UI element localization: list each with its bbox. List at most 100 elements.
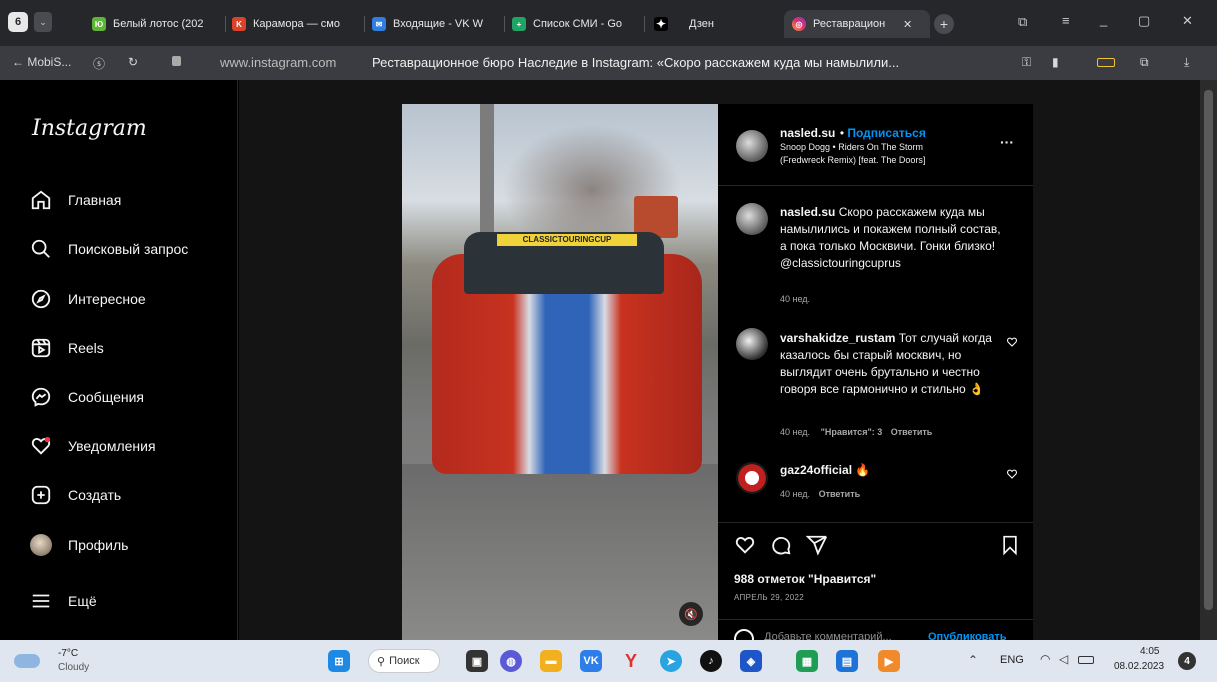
tab-count-button[interactable]: 6 xyxy=(8,12,28,32)
docs-icon[interactable]: ▤ xyxy=(836,650,858,672)
comment-likes[interactable]: "Нравится": 3 xyxy=(821,427,883,437)
url-field[interactable]: www.instagram.com xyxy=(220,55,336,70)
share-icon[interactable] xyxy=(806,534,828,556)
chat-icon[interactable]: ◍ xyxy=(500,650,522,672)
music-line-1[interactable]: Snoop Dogg • Riders On The Storm xyxy=(780,142,923,152)
tab-close-icon[interactable]: ✕ xyxy=(903,18,912,31)
taskbar: -7°C Cloudy ⊞ ⚲ Поиск ▣ ◍ ▬ VK Y ➤ ♪ ◈ ▦… xyxy=(0,640,1217,682)
comment-username[interactable]: gaz24official xyxy=(780,463,852,477)
page-title: Реставрационное бюро Наследие в Instagra… xyxy=(372,55,900,70)
tab-media-list[interactable]: + Список СМИ - Go xyxy=(512,12,640,36)
reply-button[interactable]: Ответить xyxy=(891,427,933,437)
tab-dzen[interactable]: ✦ Дзен xyxy=(654,12,774,36)
tab-instagram-active[interactable]: ◎ Реставрацион ✕ xyxy=(784,10,930,38)
reload-icon[interactable]: ↻ xyxy=(128,55,138,69)
save-icon[interactable] xyxy=(1000,534,1020,556)
key-icon[interactable]: ⚿ xyxy=(1022,55,1031,70)
telegram-icon[interactable]: ➤ xyxy=(660,650,682,672)
task-view-icon[interactable]: ▣ xyxy=(466,650,488,672)
weather-temp[interactable]: -7°C xyxy=(58,648,78,659)
comment-icon[interactable] xyxy=(770,534,792,556)
sidebar-item-reels[interactable]: Reels xyxy=(30,333,104,363)
battery-saver-icon[interactable] xyxy=(1097,58,1115,67)
emoji-icon[interactable] xyxy=(734,629,754,640)
like-icon[interactable] xyxy=(734,534,756,556)
wifi-icon[interactable]: ◠ xyxy=(1040,652,1050,666)
commenter-avatar[interactable] xyxy=(736,328,768,360)
tab-favicon: K xyxy=(232,17,246,31)
sidebar-item-more[interactable]: Ещё xyxy=(30,586,97,616)
reply-button[interactable]: Ответить xyxy=(819,489,861,499)
vk-icon[interactable]: VK xyxy=(580,650,602,672)
copy-icon[interactable]: ⧉ xyxy=(1018,14,1027,30)
new-tab-button[interactable]: + xyxy=(934,14,954,34)
tabs-dropdown-button[interactable]: ⌄ xyxy=(34,12,52,32)
file-explorer-icon[interactable]: ▬ xyxy=(540,650,562,672)
minimize-button[interactable]: _ xyxy=(1100,12,1107,27)
publish-button[interactable]: Опубликовать xyxy=(928,631,1007,640)
lock-icon[interactable] xyxy=(172,56,181,66)
weather-desc[interactable]: Cloudy xyxy=(58,662,89,673)
sidebar-item-explore[interactable]: Интересное xyxy=(30,284,146,314)
author-username[interactable]: nasled.su xyxy=(780,126,835,140)
back-button[interactable]: ← MobiS... xyxy=(12,55,71,69)
post-video[interactable]: CLASSICTOURINGCUP 🔇 xyxy=(402,104,718,640)
commenter-avatar[interactable] xyxy=(736,462,768,494)
sidebar-item-search[interactable]: Поисковый запрос xyxy=(30,234,188,264)
tab-white-lotus[interactable]: Ю Белый лотос (202 xyxy=(92,12,220,36)
tab-vk-mail[interactable]: ✉ Входящие - VK W xyxy=(372,12,500,36)
follow-button[interactable]: Подписаться xyxy=(847,126,925,140)
clock-date[interactable]: 08.02.2023 xyxy=(1114,661,1164,672)
more-options-icon[interactable]: ··· xyxy=(1000,134,1014,150)
comment-like-icon[interactable] xyxy=(1006,336,1018,348)
comment-time: 40 нед. xyxy=(780,489,811,499)
tab-karamora[interactable]: K Карамора — смо xyxy=(232,12,360,36)
add-comment-input[interactable]: Добавьте комментарий... xyxy=(764,631,892,640)
caption-time: 40 нед. xyxy=(780,294,811,304)
download-icon[interactable]: ⤓ xyxy=(1184,55,1189,70)
menu-icon[interactable]: ≡ xyxy=(1062,13,1070,28)
search-icon: ⚲ xyxy=(377,655,386,668)
comment-username[interactable]: varshakidze_rustam xyxy=(780,331,895,345)
tray-chevron-icon[interactable]: ⌃ xyxy=(968,653,978,667)
extensions-icon[interactable]: ⧉ xyxy=(1140,55,1149,70)
notification-badge[interactable]: 4 xyxy=(1178,652,1196,670)
clock-time[interactable]: 4:05 xyxy=(1140,646,1159,657)
maximize-button[interactable]: ▢ xyxy=(1138,13,1150,29)
sidebar-item-notifications[interactable]: Уведомления xyxy=(30,431,156,461)
tiktok-icon[interactable]: ♪ xyxy=(700,650,722,672)
caption: nasled.su Скоро расскажем куда мы намыли… xyxy=(780,204,1010,272)
instagram-logo[interactable]: Instagram xyxy=(32,116,147,141)
protect-icon[interactable]: ⓢ xyxy=(93,55,105,72)
tab-separator xyxy=(644,16,645,32)
likes-count[interactable]: 988 отметок "Нравится" xyxy=(734,572,876,586)
sidebar-item-profile[interactable]: Профиль xyxy=(30,530,128,560)
language-indicator[interactable]: ENG xyxy=(1000,654,1024,666)
cloud-icon[interactable] xyxy=(14,654,40,668)
sidebar-item-messages[interactable]: Сообщения xyxy=(30,382,144,412)
yandex-browser-icon[interactable]: Y xyxy=(620,650,642,672)
sidebar-item-create[interactable]: Создать xyxy=(30,480,121,510)
bookmark-icon[interactable]: ▮ xyxy=(1052,55,1059,69)
taskbar-search[interactable]: ⚲ Поиск xyxy=(368,649,440,673)
sidebar-item-label: Главная xyxy=(68,192,122,208)
close-window-button[interactable]: ✕ xyxy=(1182,13,1193,29)
comment-meta: 40 нед. "Нравится": 3 Ответить xyxy=(780,427,932,437)
page-scrollbar[interactable] xyxy=(1200,80,1217,640)
author-avatar[interactable] xyxy=(736,130,768,162)
mute-icon[interactable]: 🔇 xyxy=(679,602,703,626)
author-avatar[interactable] xyxy=(736,203,768,235)
tab-label: Входящие - VK W xyxy=(393,18,484,30)
windows-start-icon[interactable]: ⊞ xyxy=(328,650,350,672)
sidebar-item-home[interactable]: Главная xyxy=(30,185,121,215)
music-line-2[interactable]: (Fredwreck Remix) [feat. The Doors] xyxy=(780,155,925,165)
comment-like-icon[interactable] xyxy=(1006,468,1018,480)
scrollbar-thumb[interactable] xyxy=(1204,90,1213,610)
security-icon[interactable]: ◈ xyxy=(740,650,762,672)
caption-username[interactable]: nasled.su xyxy=(780,205,835,219)
volume-icon[interactable]: ◁ xyxy=(1059,652,1068,666)
sheets-icon[interactable]: ▦ xyxy=(796,650,818,672)
slides-icon[interactable]: ▶ xyxy=(878,650,900,672)
post-modal: CLASSICTOURINGCUP 🔇 nasled.su • Подписат… xyxy=(402,104,1033,640)
battery-icon[interactable] xyxy=(1078,656,1094,664)
